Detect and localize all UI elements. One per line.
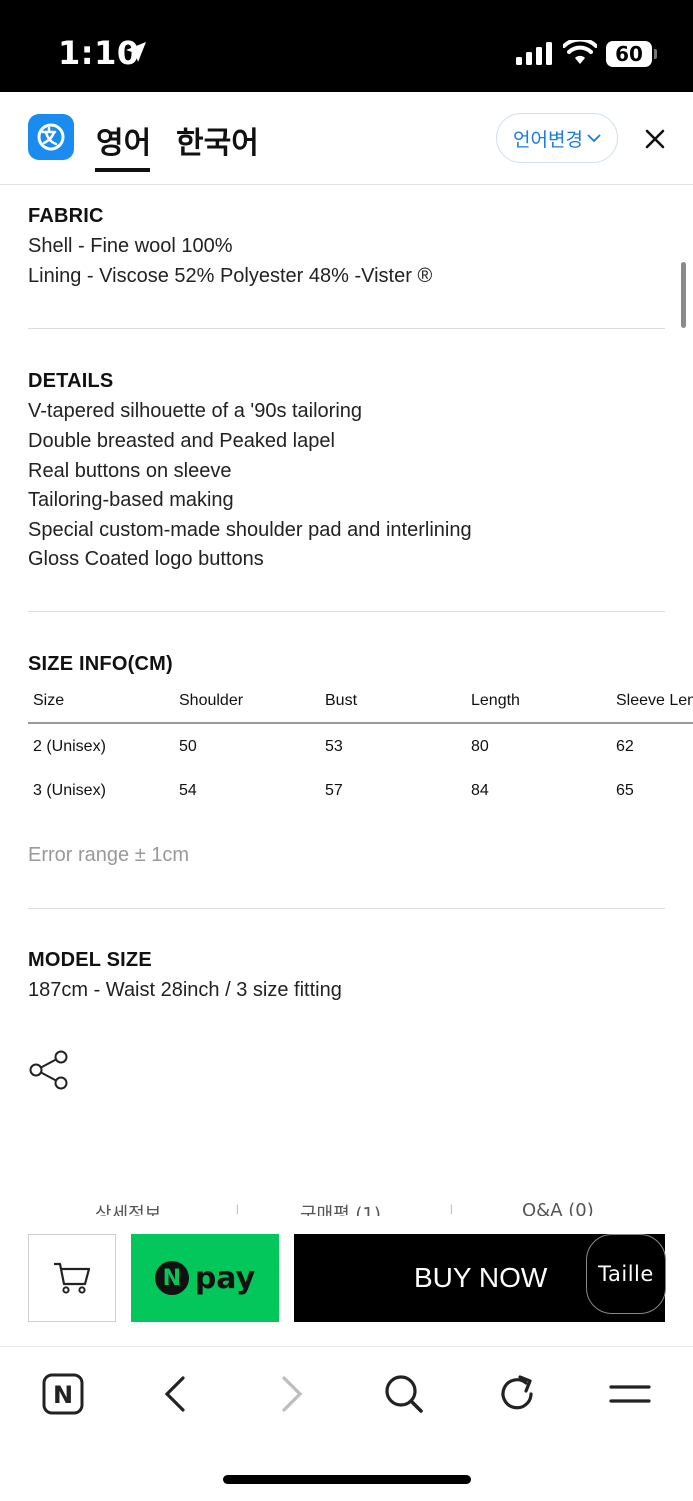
taille-size-button[interactable]: Taille [586,1234,666,1314]
table-row: 2 (Unisex) 50 53 80 62 [0,738,693,768]
translate-header: 영어 한국어 언어변경 [0,92,693,185]
table-cell: 80 [471,738,489,755]
model-size-title: MODEL SIZE [28,949,152,971]
error-range-note: Error range ± 1cm [28,844,190,866]
active-tab-underline [95,168,150,172]
chevron-right-icon [282,1376,303,1412]
details-title: DETAILS [28,370,114,392]
battery-nub [654,49,657,59]
size-table-header: Size Shoulder Bust Length Sleeve Len [0,692,693,722]
table-header-divider [28,722,693,724]
search-icon [385,1375,423,1413]
section-divider [28,908,665,909]
cart-icon [54,1262,91,1294]
table-cell: 84 [471,782,489,799]
close-icon[interactable] [642,126,668,152]
tab-separator: | [450,1204,453,1215]
fabric-line: Lining - Viscose 52% Polyester 48% -Vist… [28,265,433,287]
table-cell: 54 [179,782,197,799]
table-cell: 57 [325,782,343,799]
naver-home-button[interactable]: N [38,1369,88,1419]
search-button[interactable] [379,1369,429,1419]
scrollbar[interactable] [681,262,686,328]
status-bar: 1:10 60 [0,0,693,92]
location-arrow-icon [126,42,146,62]
table-cell: 2 (Unisex) [33,738,106,755]
column-header-shoulder: Shoulder [179,692,244,709]
wifi-icon [563,40,597,64]
naver-pay-button[interactable]: N pay [131,1234,279,1322]
home-indicator[interactable] [223,1475,471,1484]
model-size-line: 187cm - Waist 28inch / 3 size fitting [28,979,342,1001]
tab-korean[interactable]: 한국어 [176,118,259,162]
refresh-button[interactable] [492,1369,542,1419]
chevron-left-icon [164,1376,185,1412]
cellular-signal-icon [516,42,552,65]
section-divider [28,611,665,612]
fabric-title: FABRIC [28,205,104,227]
column-header-length: Length [471,692,520,709]
naver-home-icon: N [42,1373,84,1415]
table-cell: 50 [179,738,197,755]
back-button[interactable] [151,1369,201,1419]
battery-indicator: 60 [606,41,652,67]
naver-home-letter: N [53,1381,73,1409]
column-header-sleeve-length: Sleeve Len [616,692,693,709]
details-line: Gloss Coated logo buttons [28,548,264,570]
detail-tabs: 상세정보 | 구매평 (1) | Q&A (0) [0,1196,693,1218]
details-line: Special custom-made shoulder pad and int… [28,519,472,541]
details-line: V-tapered silhouette of a '90s tailoring [28,400,363,422]
tab-english[interactable]: 영어 [96,118,151,162]
size-info-title: SIZE INFO(CM) [28,653,173,675]
naver-pay-logo-icon: N [154,1261,189,1295]
share-icon[interactable] [28,1050,70,1092]
details-line: Tailoring-based making [28,489,234,511]
translate-app-logo-icon [28,114,74,160]
fabric-line: Shell - Fine wool 100% [28,235,233,257]
column-header-size: Size [33,692,65,709]
menu-icon [609,1385,651,1403]
table-cell: 62 [616,738,634,755]
change-language-button[interactable]: 언어변경 [496,113,618,163]
chevron-down-icon [587,134,601,143]
refresh-icon [501,1375,533,1410]
change-language-label: 언어변경 [513,128,583,151]
details-line: Double breasted and Peaked lapel [28,430,335,452]
details-line: Real buttons on sleeve [28,460,232,482]
naver-pay-label: pay [194,1260,256,1296]
forward-button[interactable] [266,1369,316,1419]
tab-separator: | [236,1204,239,1215]
section-divider [28,328,665,329]
menu-button[interactable] [605,1369,655,1419]
table-cell: 53 [325,738,343,755]
table-row: 3 (Unisex) 54 57 84 65 [0,782,693,812]
column-header-bust: Bust [325,692,358,709]
table-cell: 65 [616,782,634,799]
table-cell: 3 (Unisex) [33,782,106,799]
cart-button[interactable] [28,1234,116,1322]
